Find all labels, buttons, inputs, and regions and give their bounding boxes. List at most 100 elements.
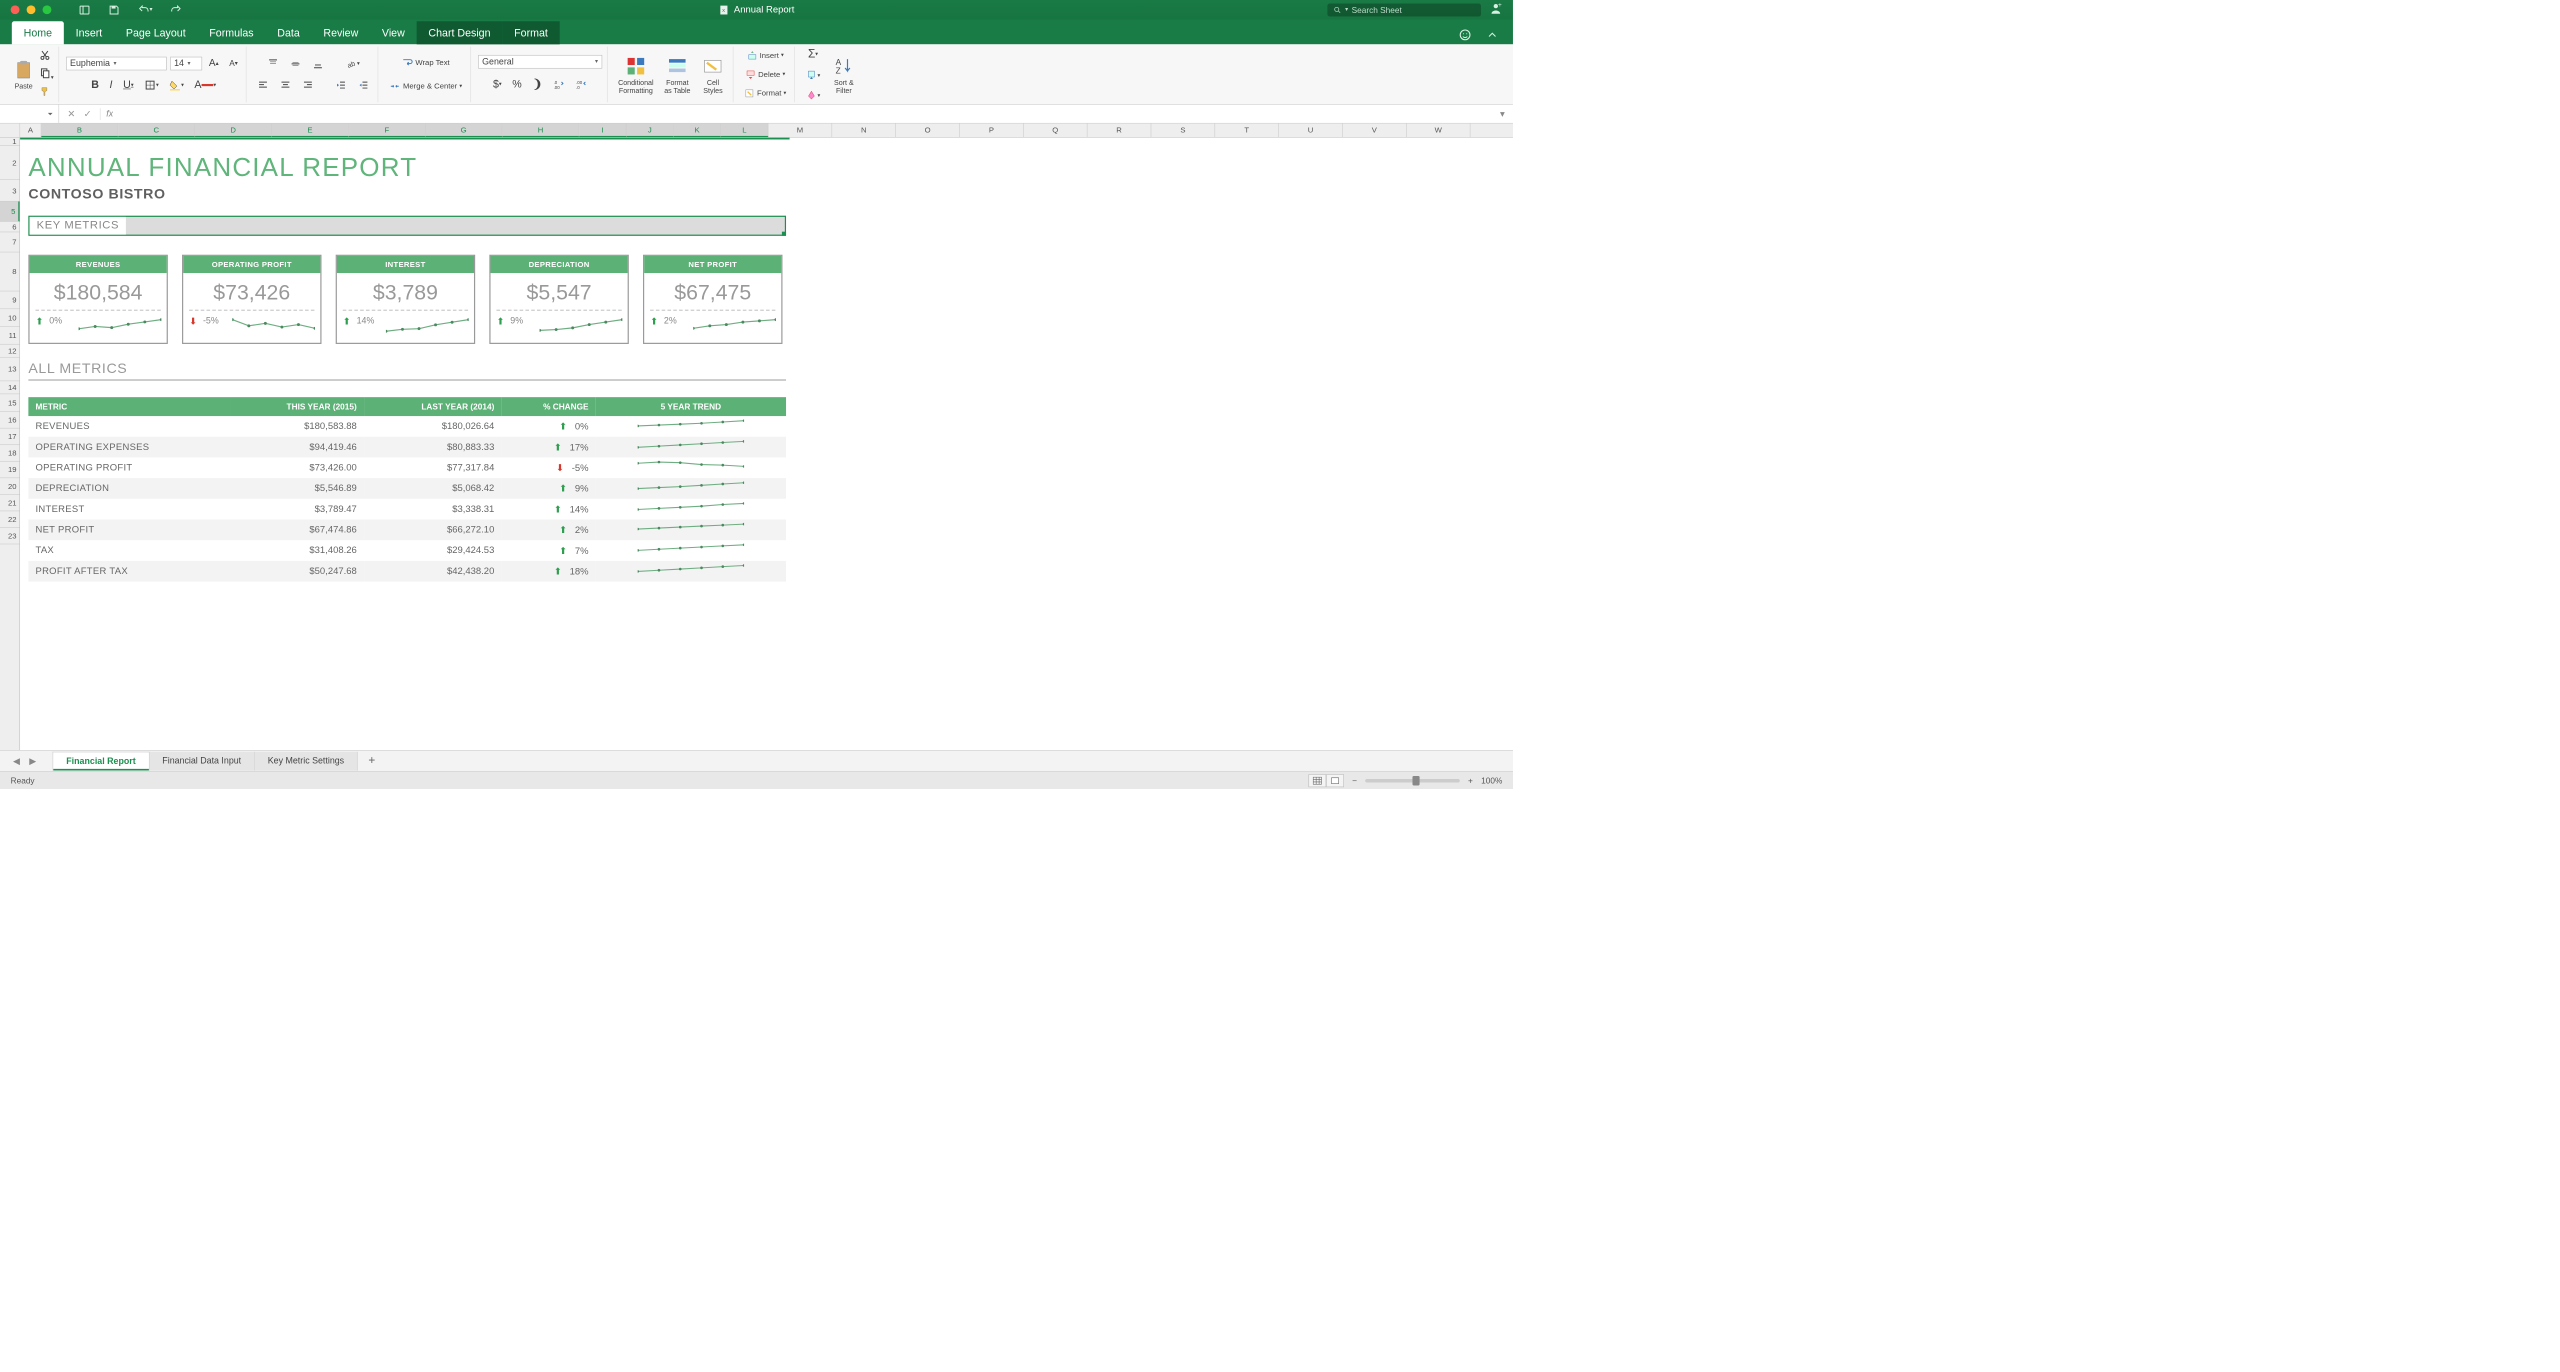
decrease-indent-icon[interactable] bbox=[332, 77, 351, 94]
column-header-E[interactable]: E bbox=[272, 124, 349, 138]
row-header-9[interactable]: 9 bbox=[0, 291, 20, 309]
orientation-icon[interactable]: ab▾ bbox=[342, 55, 364, 72]
share-button[interactable]: + bbox=[1489, 2, 1502, 18]
row-header-15[interactable]: 15 bbox=[0, 394, 20, 412]
column-header-S[interactable]: S bbox=[1151, 124, 1215, 138]
column-header-U[interactable]: U bbox=[1279, 124, 1343, 138]
confirm-formula-icon[interactable]: ✓ bbox=[84, 108, 92, 120]
column-header-A[interactable]: A bbox=[20, 124, 41, 138]
ribbon-tab-review[interactable]: Review bbox=[312, 21, 371, 44]
row-header-7[interactable]: 7 bbox=[0, 232, 20, 252]
sheet-tab-key-metric-settings[interactable]: Key Metric Settings bbox=[255, 751, 358, 770]
column-header-K[interactable]: K bbox=[674, 124, 721, 138]
ribbon-tab-home[interactable]: Home bbox=[12, 21, 64, 44]
zoom-in-button[interactable]: + bbox=[1468, 776, 1473, 785]
column-header-L[interactable]: L bbox=[721, 124, 768, 138]
align-left-icon[interactable] bbox=[254, 77, 273, 94]
column-header-C[interactable]: C bbox=[118, 124, 195, 138]
column-header-J[interactable]: J bbox=[626, 124, 673, 138]
row-header-21[interactable]: 21 bbox=[0, 495, 20, 512]
wrap-text-button[interactable]: Wrap Text bbox=[398, 54, 453, 71]
clear-button[interactable]: ▾ bbox=[802, 87, 824, 104]
merge-center-button[interactable]: Merge & Center ▾ bbox=[385, 78, 465, 95]
worksheet-area[interactable]: ANNUAL FINANCIAL REPORT CONTOSO BISTRO K… bbox=[20, 138, 1513, 750]
column-header-D[interactable]: D bbox=[195, 124, 272, 138]
zoom-slider[interactable] bbox=[1365, 779, 1460, 783]
select-all-corner[interactable] bbox=[0, 124, 20, 138]
minimize-window-button[interactable] bbox=[27, 5, 36, 14]
increase-decimal-icon[interactable]: .0.00 bbox=[549, 76, 568, 93]
sheet-nav-next[interactable]: ▶ bbox=[25, 756, 41, 767]
column-header-B[interactable]: B bbox=[41, 124, 118, 138]
column-header-T[interactable]: T bbox=[1215, 124, 1279, 138]
autosum-button[interactable]: Σ▾ bbox=[802, 45, 824, 63]
column-header-R[interactable]: R bbox=[1087, 124, 1151, 138]
align-center-icon[interactable] bbox=[276, 77, 295, 94]
align-middle-icon[interactable] bbox=[286, 55, 305, 72]
row-header-16[interactable]: 16 bbox=[0, 412, 20, 429]
row-header-17[interactable]: 17 bbox=[0, 428, 20, 445]
collapse-ribbon-icon[interactable] bbox=[1486, 28, 1499, 44]
sheet-tab-financial-data-input[interactable]: Financial Data Input bbox=[149, 751, 254, 770]
number-format-dropdown[interactable]: General▾ bbox=[478, 55, 602, 69]
font-color-button[interactable]: A▾ bbox=[191, 76, 220, 93]
increase-font-icon[interactable]: A▴ bbox=[205, 55, 222, 72]
formula-input[interactable] bbox=[113, 109, 1500, 119]
row-header-23[interactable]: 23 bbox=[0, 528, 20, 545]
cancel-formula-icon[interactable]: ✕ bbox=[67, 108, 75, 120]
normal-view-button[interactable] bbox=[1308, 774, 1326, 787]
decrease-decimal-icon[interactable]: .00.0 bbox=[572, 76, 591, 93]
name-box[interactable] bbox=[0, 105, 59, 123]
row-header-8[interactable]: 8 bbox=[0, 252, 20, 291]
row-header-2[interactable]: 2 bbox=[0, 146, 20, 180]
column-header-O[interactable]: O bbox=[896, 124, 960, 138]
row-header-20[interactable]: 20 bbox=[0, 478, 20, 495]
column-header-N[interactable]: N bbox=[832, 124, 896, 138]
ribbon-tab-data[interactable]: Data bbox=[265, 21, 311, 44]
format-painter-icon[interactable] bbox=[39, 86, 53, 100]
align-top-icon[interactable] bbox=[264, 55, 283, 72]
delete-cells-button[interactable]: Delete ▾ bbox=[741, 66, 790, 81]
row-header-22[interactable]: 22 bbox=[0, 511, 20, 528]
row-header-3[interactable]: 3 bbox=[0, 180, 20, 202]
close-window-button[interactable] bbox=[11, 5, 20, 14]
italic-button[interactable]: I bbox=[106, 76, 116, 93]
currency-button[interactable]: $▾ bbox=[489, 75, 505, 92]
row-header-1[interactable]: 1 bbox=[0, 138, 20, 146]
column-header-V[interactable]: V bbox=[1343, 124, 1407, 138]
save-icon[interactable] bbox=[105, 1, 124, 18]
font-size-dropdown[interactable]: 14▾ bbox=[170, 56, 202, 70]
toggle-sidebar-icon[interactable] bbox=[75, 1, 94, 18]
zoom-level[interactable]: 100% bbox=[1481, 776, 1502, 785]
ribbon-tab-page-layout[interactable]: Page Layout bbox=[114, 21, 197, 44]
comma-style-button[interactable]: ❩ bbox=[529, 74, 546, 94]
search-sheet-input[interactable]: ▾ Search Sheet bbox=[1327, 3, 1481, 16]
sheet-tab-financial-report[interactable]: Financial Report bbox=[53, 751, 150, 770]
column-headers[interactable]: ABCDEFGHIJKLMNOPQRSTUVW bbox=[0, 124, 1513, 138]
cut-icon[interactable] bbox=[39, 49, 53, 63]
row-header-6[interactable]: 6 bbox=[0, 222, 20, 233]
ribbon-tab-formulas[interactable]: Formulas bbox=[197, 21, 265, 44]
row-header-14[interactable]: 14 bbox=[0, 381, 20, 394]
ribbon-tab-chart-design[interactable]: Chart Design bbox=[417, 21, 503, 44]
expand-formula-bar-icon[interactable]: ▾ bbox=[1500, 108, 1513, 120]
align-bottom-icon[interactable] bbox=[309, 55, 328, 72]
underline-button[interactable]: U▾ bbox=[120, 76, 137, 93]
copy-icon[interactable]: ▾ bbox=[39, 67, 53, 81]
column-header-W[interactable]: W bbox=[1407, 124, 1471, 138]
undo-icon[interactable]: ▾ bbox=[134, 1, 156, 18]
column-header-H[interactable]: H bbox=[502, 124, 579, 138]
cell-styles-button[interactable]: Cell Styles bbox=[698, 52, 729, 97]
selected-cell-range[interactable]: KEY METRICS bbox=[28, 216, 786, 236]
font-name-dropdown[interactable]: Euphemia▾ bbox=[66, 56, 166, 70]
ribbon-tab-view[interactable]: View bbox=[370, 21, 417, 44]
sheet-nav-prev[interactable]: ◀ bbox=[8, 756, 24, 767]
fill-color-button[interactable]: ▾ bbox=[166, 77, 188, 94]
column-header-I[interactable]: I bbox=[579, 124, 626, 138]
increase-indent-icon[interactable] bbox=[354, 77, 373, 94]
column-header-P[interactable]: P bbox=[960, 124, 1024, 138]
zoom-out-button[interactable]: − bbox=[1352, 776, 1357, 785]
align-right-icon[interactable] bbox=[299, 77, 318, 94]
column-header-G[interactable]: G bbox=[426, 124, 503, 138]
percent-button[interactable]: % bbox=[509, 75, 526, 92]
